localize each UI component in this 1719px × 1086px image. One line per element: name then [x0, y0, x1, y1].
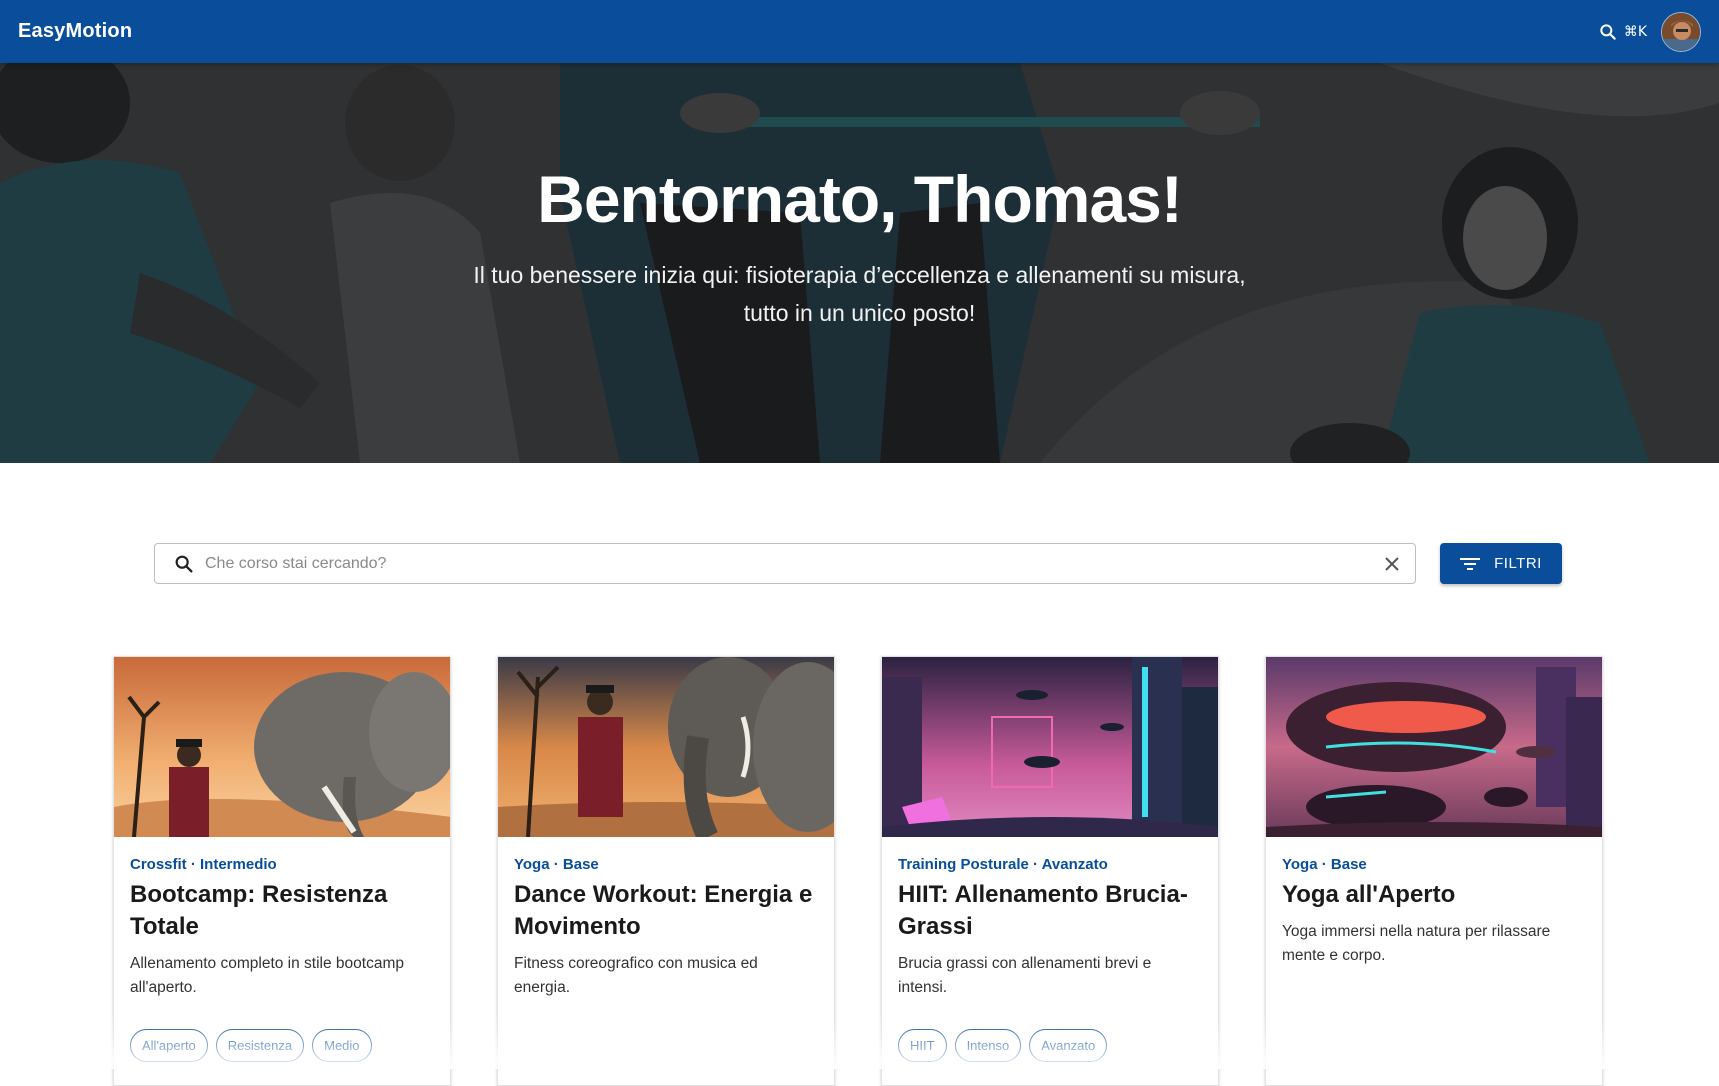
- course-category: Yoga · Base: [1282, 856, 1367, 873]
- close-icon: [1385, 556, 1399, 571]
- course-search-input[interactable]: [205, 554, 1383, 573]
- course-image: [498, 657, 834, 837]
- course-category: Yoga · Base: [514, 856, 599, 873]
- course-image: [1266, 657, 1602, 837]
- search-icon: [1600, 23, 1616, 40]
- welcome-title: Bentornato, Thomas!: [537, 162, 1183, 236]
- course-grid: Crossfit · Intermedio Bootcamp: Resisten…: [113, 656, 1603, 1086]
- welcome-subtitle-line-2: tutto in un unico posto!: [743, 300, 976, 326]
- user-avatar[interactable]: [1661, 11, 1701, 52]
- shortcut-hint: ⌘K: [1623, 23, 1647, 40]
- course-title[interactable]: Bootcamp: Resistenza Totale: [130, 879, 434, 943]
- hero-banner: Bentornato, Thomas! Il tuo benessere ini…: [0, 63, 1719, 463]
- course-card[interactable]: Yoga · Base Dance Workout: Energia e Mov…: [497, 656, 835, 1086]
- course-title[interactable]: HIIT: Allenamento Brucia-Grassi: [898, 879, 1202, 943]
- filters-button[interactable]: FILTRI: [1440, 543, 1562, 584]
- avatar-image: [1662, 12, 1700, 51]
- course-tags: HIIT Intenso Avanzato: [898, 1029, 1108, 1062]
- course-image: [882, 657, 1218, 837]
- course-card-body: Yoga · Base Yoga all'Aperto Yoga immersi…: [1266, 837, 1602, 968]
- course-title[interactable]: Dance Workout: Energia e Movimento: [514, 879, 818, 943]
- search-icon: [175, 555, 193, 573]
- filters-button-label: FILTRI: [1494, 555, 1542, 572]
- course-card-body: Yoga · Base Dance Workout: Energia e Mov…: [498, 837, 834, 1000]
- course-card[interactable]: Yoga · Base Yoga all'Aperto Yoga immersi…: [1265, 656, 1603, 1086]
- course-description: Brucia grassi con allenamenti brevi e in…: [898, 955, 1152, 996]
- course-tag[interactable]: Avanzato: [1029, 1029, 1108, 1062]
- course-title[interactable]: Yoga all'Aperto: [1282, 879, 1586, 911]
- course-card-body: Crossfit · Intermedio Bootcamp: Resisten…: [114, 837, 450, 1000]
- welcome-subtitle: Il tuo benessere inizia qui: fisioterapi…: [0, 256, 1719, 332]
- appbar-actions: ⌘K: [1598, 11, 1701, 52]
- filter-icon: [1460, 557, 1481, 570]
- welcome-subtitle-line-1: Il tuo benessere inizia qui: fisioterapi…: [473, 262, 1246, 288]
- course-tags: All'aperto Resistenza Medio: [130, 1029, 372, 1062]
- app-bar: EasyMotion ⌘K: [0, 0, 1719, 63]
- course-description: Yoga immersi nella natura per rilassare …: [1282, 923, 1551, 964]
- course-tag[interactable]: HIIT: [898, 1029, 947, 1062]
- course-category: Training Posturale · Avanzato: [898, 856, 1108, 873]
- course-tag[interactable]: Intenso: [954, 1029, 1022, 1062]
- course-description: Allenamento completo in stile bootcamp a…: [130, 955, 404, 996]
- course-card-body: Training Posturale · Avanzato HIIT: Alle…: [882, 837, 1218, 1000]
- course-category: Crossfit · Intermedio: [130, 856, 277, 873]
- course-search-field[interactable]: [154, 543, 1416, 584]
- brand-logo[interactable]: EasyMotion: [18, 20, 132, 43]
- course-card[interactable]: Crossfit · Intermedio Bootcamp: Resisten…: [113, 656, 451, 1086]
- course-description: Fitness coreografico con musica ed energ…: [514, 955, 758, 996]
- course-tag[interactable]: All'aperto: [130, 1029, 208, 1062]
- clear-search-button[interactable]: [1383, 555, 1401, 573]
- global-search-button[interactable]: ⌘K: [1598, 22, 1647, 42]
- course-card[interactable]: Training Posturale · Avanzato HIIT: Alle…: [881, 656, 1219, 1086]
- course-tag[interactable]: Resistenza: [215, 1029, 305, 1062]
- course-tag[interactable]: Medio: [312, 1029, 372, 1062]
- course-image: [114, 657, 450, 837]
